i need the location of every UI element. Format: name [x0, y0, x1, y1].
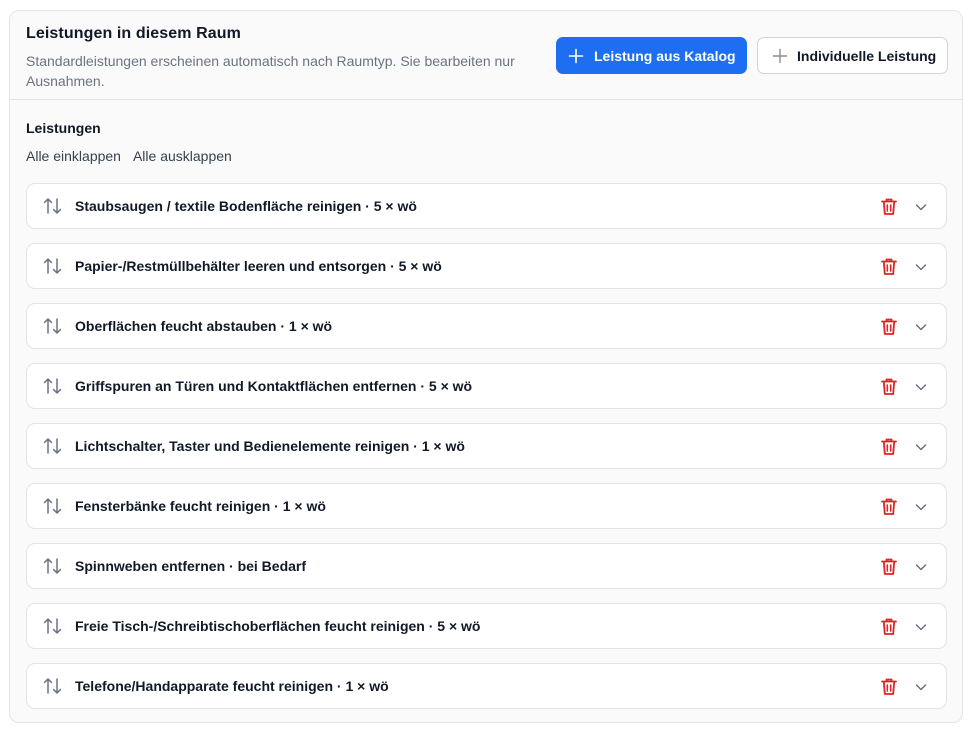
- add-custom-service-button[interactable]: Individuelle Leistung: [757, 37, 948, 74]
- service-label: Freie Tisch-/Schreibtischoberflächen feu…: [75, 618, 481, 634]
- reorder-icon[interactable]: [43, 557, 63, 575]
- add-custom-service-label: Individuelle Leistung: [797, 47, 937, 64]
- service-label: Lichtschalter, Taster und Bedienelemente…: [75, 438, 465, 454]
- collapse-all-link[interactable]: Alle einklappen: [26, 148, 121, 164]
- trash-icon[interactable]: [880, 617, 898, 636]
- add-from-catalog-label: Leistung aus Katalog: [594, 47, 736, 64]
- add-from-catalog-button[interactable]: Leistung aus Katalog: [556, 37, 747, 74]
- expand-all-link[interactable]: Alle ausklappen: [133, 148, 232, 164]
- reorder-icon[interactable]: [43, 197, 63, 215]
- trash-icon[interactable]: [880, 317, 898, 336]
- service-row[interactable]: Telefone/Handapparate feucht reinigen · …: [26, 663, 947, 709]
- header-description: Standardleistungen erscheinen automatisc…: [26, 53, 515, 89]
- service-label: Papier-/Restmüllbehälter leeren und ents…: [75, 258, 442, 274]
- reorder-icon[interactable]: [43, 617, 63, 635]
- service-label: Staubsaugen / textile Bodenfläche reinig…: [75, 198, 417, 214]
- trash-icon[interactable]: [880, 677, 898, 696]
- expand-collapse-links: Alle einklappen Alle ausklappen: [26, 148, 232, 164]
- service-label: Griffspuren an Türen und Kontaktflächen …: [75, 378, 473, 394]
- section-label: Leistungen: [26, 120, 101, 136]
- service-row[interactable]: Oberflächen feucht abstauben · 1 × wö: [26, 303, 947, 349]
- chevron-down-icon[interactable]: [913, 499, 929, 515]
- chevron-down-icon[interactable]: [913, 439, 929, 455]
- reorder-icon[interactable]: [43, 257, 63, 275]
- trash-icon[interactable]: [880, 257, 898, 276]
- service-row[interactable]: Freie Tisch-/Schreibtischoberflächen feu…: [26, 603, 947, 649]
- service-label: Spinnweben entfernen · bei Bedarf: [75, 558, 307, 574]
- reorder-icon[interactable]: [43, 437, 63, 455]
- plus-icon: [772, 48, 788, 63]
- plus-icon: [568, 48, 584, 63]
- chevron-down-icon[interactable]: [913, 259, 929, 275]
- trash-icon[interactable]: [880, 497, 898, 516]
- service-row[interactable]: Lichtschalter, Taster und Bedienelemente…: [26, 423, 947, 469]
- service-row[interactable]: Staubsaugen / textile Bodenfläche reinig…: [26, 183, 947, 229]
- card-header: Leistungen in diesem Raum Standardleistu…: [10, 11, 962, 100]
- trash-icon[interactable]: [880, 437, 898, 456]
- reorder-icon[interactable]: [43, 497, 63, 515]
- service-label: Fensterbänke feucht reinigen · 1 × wö: [75, 498, 326, 514]
- trash-icon[interactable]: [880, 557, 898, 576]
- service-row[interactable]: Fensterbänke feucht reinigen · 1 × wö: [26, 483, 947, 529]
- trash-icon[interactable]: [880, 377, 898, 396]
- chevron-down-icon[interactable]: [913, 379, 929, 395]
- services-card: Leistungen in diesem Raum Standardleistu…: [9, 10, 963, 723]
- service-list: Staubsaugen / textile Bodenfläche reinig…: [26, 183, 947, 722]
- trash-icon[interactable]: [880, 197, 898, 216]
- reorder-icon[interactable]: [43, 377, 63, 395]
- service-row[interactable]: Papier-/Restmüllbehälter leeren und ents…: [26, 243, 947, 289]
- chevron-down-icon[interactable]: [913, 619, 929, 635]
- page-title: Leistungen in diesem Raum: [26, 25, 241, 42]
- chevron-down-icon[interactable]: [913, 559, 929, 575]
- service-row[interactable]: Spinnweben entfernen · bei Bedarf: [26, 543, 947, 589]
- reorder-icon[interactable]: [43, 677, 63, 695]
- reorder-icon[interactable]: [43, 317, 63, 335]
- chevron-down-icon[interactable]: [913, 199, 929, 215]
- chevron-down-icon[interactable]: [913, 679, 929, 695]
- service-row[interactable]: Griffspuren an Türen und Kontaktflächen …: [26, 363, 947, 409]
- chevron-down-icon[interactable]: [913, 319, 929, 335]
- service-label: Oberflächen feucht abstauben · 1 × wö: [75, 318, 333, 334]
- service-label: Telefone/Handapparate feucht reinigen · …: [75, 678, 389, 694]
